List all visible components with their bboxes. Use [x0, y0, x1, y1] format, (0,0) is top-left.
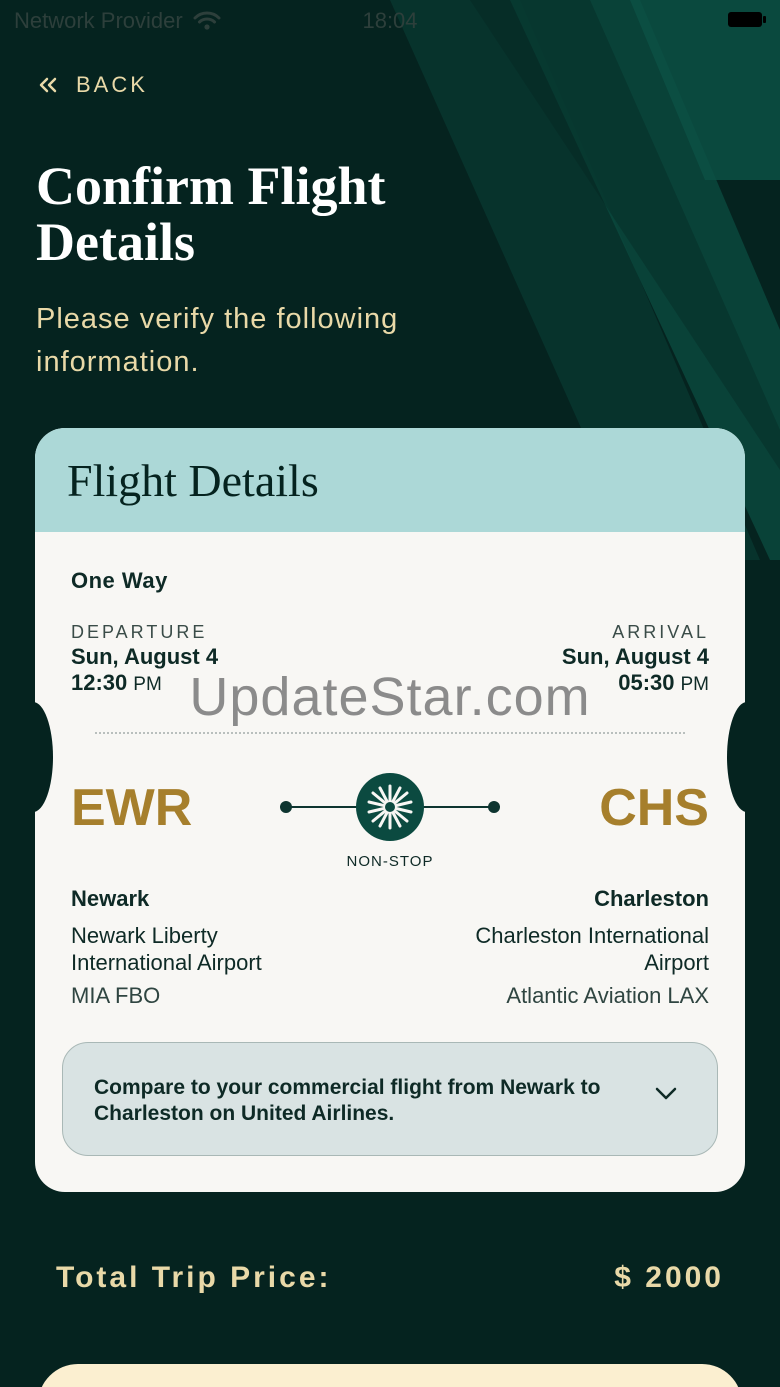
- destination-airport: Charleston International Airport: [475, 923, 709, 975]
- destination-fbo: Atlantic Aviation LAX: [506, 983, 709, 1008]
- status-time: 18:04: [362, 8, 418, 33]
- chevron-down-icon: [655, 1087, 677, 1100]
- battery-icon: [728, 12, 766, 27]
- total-price-value: $ 2000: [614, 1261, 724, 1294]
- back-button[interactable]: BACK: [38, 72, 148, 98]
- confirm-button[interactable]: [38, 1364, 742, 1387]
- compare-text: Compare to your commercial flight from N…: [94, 1076, 601, 1125]
- back-label: BACK: [76, 72, 148, 97]
- origin-city: Newark: [71, 886, 150, 911]
- watermark: UpdateStar.com: [189, 667, 591, 727]
- origin-fbo: MIA FBO: [71, 983, 161, 1008]
- departure-label: DEPARTURE: [71, 622, 208, 642]
- origin-code: EWR: [71, 779, 193, 837]
- destination-code: CHS: [599, 779, 709, 837]
- route-line: [280, 773, 500, 841]
- destination-city: Charleston: [594, 886, 709, 911]
- card-header: Flight Details: [35, 428, 745, 532]
- compare-commercial-dropdown[interactable]: Compare to your commercial flight from N…: [62, 1042, 718, 1156]
- dotted-divider: [95, 732, 685, 734]
- total-price-label: Total Trip Price:: [56, 1261, 332, 1294]
- trip-type: One Way: [71, 568, 168, 593]
- airline-logo-icon: [356, 773, 424, 841]
- origin-airport: Newark Liberty International Airport: [71, 923, 262, 975]
- flight-details-card: Flight Details One Way DEPARTURE Sun, Au…: [35, 428, 745, 1192]
- card-title: Flight Details: [67, 455, 319, 506]
- status-bar: Network Provider 18:04: [0, 0, 780, 40]
- route-type-label: NON-STOP: [346, 853, 434, 870]
- page-subtitle: Please verify the following information.: [36, 303, 399, 378]
- double-chevron-left-icon: [39, 77, 57, 93]
- arrival-label: ARRIVAL: [612, 622, 709, 642]
- page-title: Confirm Flight Details: [36, 156, 386, 272]
